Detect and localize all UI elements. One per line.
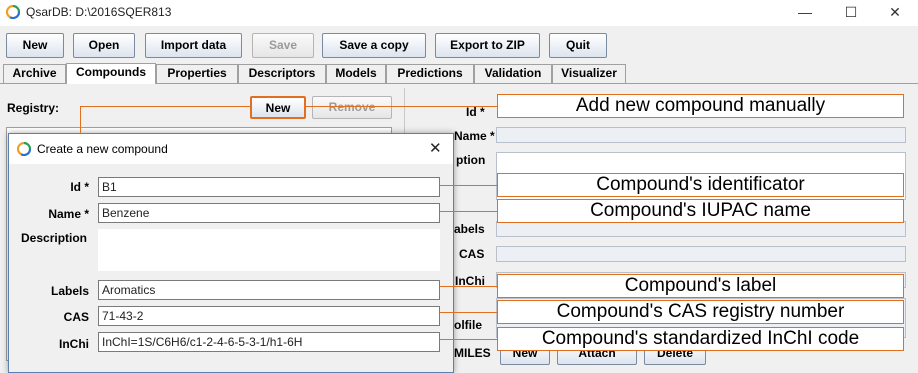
dialog-name-label: Name * — [48, 207, 89, 221]
app-logo-icon — [6, 5, 20, 19]
annotation-inchi: Compound's standardized InChI code — [497, 327, 904, 351]
registry-new-button[interactable]: New — [250, 96, 306, 119]
right-cas-label: CAS — [459, 247, 485, 261]
dialog-description-input[interactable] — [98, 229, 440, 271]
right-cas-field[interactable] — [496, 246, 906, 262]
tab-models[interactable]: Models — [326, 64, 386, 83]
annotation-add-new: Add new compound manually — [497, 94, 904, 118]
maximize-button[interactable]: ☐ — [828, 0, 874, 26]
dialog-logo-icon — [17, 142, 31, 156]
right-description-label: ption — [456, 153, 486, 167]
right-smiles-label: MILES — [454, 346, 491, 360]
dialog-id-input[interactable]: B1 — [98, 177, 440, 197]
quit-button[interactable]: Quit — [549, 33, 607, 58]
tab-validation[interactable]: Validation — [474, 64, 552, 83]
dialog-cas-input[interactable]: 71-43-2 — [98, 306, 440, 326]
tab-properties[interactable]: Properties — [156, 64, 238, 83]
dialog-description-label: Description — [21, 231, 88, 245]
dialog-id-label: Id * — [70, 180, 89, 194]
tab-visualizer[interactable]: Visualizer — [552, 64, 626, 83]
annotation-connector — [80, 106, 81, 134]
tab-predictions[interactable]: Predictions — [386, 64, 474, 83]
annotation-connector — [440, 286, 498, 287]
dialog-labels-input[interactable]: Aromatics — [98, 280, 440, 300]
annotation-connector — [440, 312, 498, 313]
right-id-label: Id * — [466, 105, 485, 119]
annotation-connector — [440, 339, 498, 340]
create-compound-dialog: Create a new compound ✕ Id * B1 Name * B… — [8, 133, 454, 373]
close-window-button[interactable]: ✕ — [872, 0, 918, 26]
save-a-copy-button[interactable]: Save a copy — [322, 33, 426, 58]
annotation-iupac: Compound's IUPAC name — [497, 199, 904, 223]
annotation-cas: Compound's CAS registry number — [497, 300, 904, 324]
dialog-inchi-input[interactable]: InChI=1S/C6H6/c1-2-4-6-5-3-1/h1-6H — [98, 332, 440, 352]
dialog-cas-label: CAS — [63, 310, 89, 324]
registry-remove-button[interactable]: Remove — [312, 96, 392, 119]
annotation-connector — [80, 106, 250, 107]
right-name-label: Name * — [454, 129, 495, 143]
dialog-title: Create a new compound — [37, 142, 168, 156]
annotation-label: Compound's label — [497, 274, 904, 298]
dialog-inchi-label: InChi — [59, 337, 89, 351]
dialog-labels-label: Labels — [50, 284, 89, 298]
dialog-close-icon[interactable]: ✕ — [429, 139, 442, 157]
save-button[interactable]: Save — [252, 33, 314, 58]
annotation-identificator: Compound's identificator — [497, 173, 904, 197]
tab-compounds[interactable]: Compounds — [66, 63, 156, 84]
minimize-button[interactable]: — — [782, 0, 828, 26]
annotation-connector — [440, 211, 498, 212]
window-title: QsarDB: D:\2016SQER813 — [26, 5, 172, 19]
export-zip-button[interactable]: Export to ZIP — [435, 33, 540, 58]
registry-label: Registry: — [7, 101, 60, 115]
annotation-connector — [306, 106, 498, 107]
tab-archive[interactable]: Archive — [3, 64, 66, 83]
tab-descriptors[interactable]: Descriptors — [238, 64, 326, 83]
right-labels-label: abels — [454, 222, 485, 236]
right-name-field[interactable] — [496, 127, 906, 143]
right-molfile-label: olfile — [454, 318, 483, 332]
right-labels-field[interactable] — [496, 221, 906, 237]
new-button[interactable]: New — [6, 33, 64, 58]
dialog-name-input[interactable]: Benzene — [98, 203, 440, 223]
import-data-button[interactable]: Import data — [145, 33, 242, 58]
annotation-connector — [440, 185, 498, 186]
open-button[interactable]: Open — [73, 33, 135, 58]
